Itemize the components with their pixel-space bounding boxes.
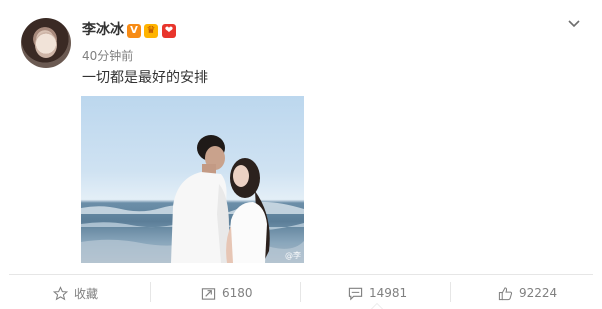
action-separator [300,282,301,302]
repost-icon [201,287,216,300]
post-text: 一切都是最好的安排 [82,70,208,86]
favorite-button[interactable]: 收藏 [53,283,98,303]
favorite-label: 收藏 [74,286,99,301]
comment-icon [348,287,363,300]
comment-count: 14981 [369,286,408,300]
active-tab-caret [371,303,383,309]
gift-badge-icon[interactable]: ❤ [162,24,176,38]
like-button[interactable]: 92224 [498,283,557,303]
repost-count: 6180 [222,286,253,300]
username[interactable]: 李冰冰 [82,21,124,39]
photo-illustration [81,135,304,263]
post-photo[interactable]: @李 [81,96,304,263]
photo-watermark: @李 [285,251,301,260]
repost-button[interactable]: 6180 [201,283,253,303]
verified-badge-icon[interactable]: V [127,24,141,38]
crown-badge-icon[interactable]: ♛ [144,24,158,38]
action-separator [150,282,151,302]
like-count: 92224 [519,286,558,300]
action-separator [450,282,451,302]
weibo-post-card: 李冰冰 V ♛ ❤ 40分钟前 一切都是最好的安排 @李 收藏 6180 149… [0,0,602,309]
avatar[interactable] [21,18,71,68]
star-icon [53,285,68,300]
chevron-down-icon[interactable] [566,16,582,32]
action-bar-divider [9,274,593,275]
comment-button[interactable]: 14981 [348,283,407,303]
thumbs-up-icon [498,286,513,300]
post-timestamp[interactable]: 40分钟前 [82,49,133,63]
